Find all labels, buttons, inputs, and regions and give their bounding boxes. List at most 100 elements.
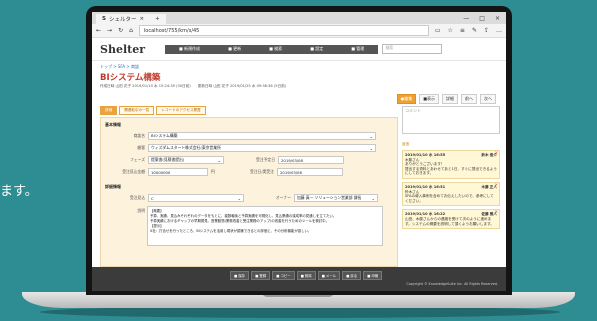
rank-select[interactable]: C ⌄	[148, 194, 244, 202]
browser-tab-title: シェルター	[108, 17, 137, 23]
chevron-down-icon: ⌄	[237, 195, 241, 201]
copyright-text: Copyright © KnowledgeSuite Inc. All Righ…	[406, 282, 498, 286]
page-title: BIシステム構築	[100, 73, 161, 83]
comment-body: 鈴木さん SFAの導入事例を含めてお伝えしたいので、参考にしてください。	[405, 189, 494, 203]
tab-access-history[interactable]: レコードのアクセス履歴	[156, 106, 206, 115]
mail-button[interactable]: ■ メール	[317, 271, 341, 280]
comment-item: 2019/01/10 水 16:22 佐藤 雅人 山田、木藤さんからの連絡を受けて…	[402, 209, 500, 230]
next-button[interactable]: 次へ	[480, 94, 496, 104]
owner-value: 加藤 真一 ソリューション営業部 課長	[297, 195, 362, 200]
breadcrumb[interactable]: トップ > SFA > 商談	[92, 61, 506, 70]
description-textarea[interactable]: 【概要】 予算、実績、見込みそれぞれのデータをもとに、複数軸後と予算実績を可視化…	[147, 206, 383, 246]
back-button[interactable]: ■ 戻る	[342, 271, 362, 280]
reading-view-icon[interactable]: ▭	[435, 27, 441, 34]
app-header: Shelter ■ 新規作成 ■ 更新 ■ 検索 ■ 設定 ■ 管理 検索	[92, 38, 506, 61]
footer-buttons: ■ 保存 ■ 登録 ■ コピー ■ 削除 ■ メール ■ 戻る ■ 印刷	[230, 271, 383, 280]
client-value: ウィズダムスタート株式会社(東京営業所	[151, 145, 221, 150]
chevron-down-icon: ⌄	[369, 133, 373, 139]
phase-select[interactable]: 提案書(見積書提出) ⌄	[148, 156, 224, 164]
nav-item-create[interactable]: ■ 新規作成	[165, 45, 214, 54]
amount-unit: 円	[211, 169, 215, 174]
browser-tabbar: S シェルター × + — □ ×	[92, 12, 506, 24]
chevron-down-icon: ⌄	[217, 157, 221, 163]
close-window-icon[interactable]: ×	[495, 15, 500, 22]
main-nav: ■ 新規作成 ■ 更新 ■ 検索 ■ 設定 ■ 管理	[165, 44, 379, 54]
share-icon[interactable]: ⇪	[484, 27, 489, 34]
save-button[interactable]: ■ 保存	[230, 271, 250, 280]
pen-icon[interactable]: ✎	[472, 27, 477, 34]
edit-button[interactable]: ●編集	[396, 94, 417, 104]
close-date-field[interactable]: 2019/03/08	[278, 156, 344, 164]
owner-select[interactable]: 加藤 真一 ソリューション営業部 課長 ⌄	[294, 194, 378, 202]
close-tab-icon[interactable]: ×	[139, 16, 144, 22]
app-search-input[interactable]: 検索	[382, 44, 443, 54]
deal-name-value: BIシステム構築	[151, 133, 178, 138]
section-basic-title: 基本情報	[105, 122, 121, 127]
home-icon[interactable]: ⌂	[129, 27, 133, 34]
background-caption: ます。	[0, 184, 38, 199]
maximize-icon[interactable]: □	[479, 15, 485, 22]
section-detail-title: 詳細情報	[105, 184, 121, 189]
amount-value: 10000000	[151, 169, 171, 175]
comment-item: 2019/01/10 水 16:51 木藤 正人 鈴木さん SFAの導入事例を含め…	[402, 181, 500, 207]
amount-field[interactable]: 10000000	[148, 168, 208, 176]
nav-item-admin[interactable]: ■ 管理	[337, 45, 378, 54]
forecast-field[interactable]: 2019/03/08	[277, 168, 343, 176]
prev-button[interactable]: 前へ	[461, 94, 477, 104]
owner-label: オーナー	[275, 195, 291, 200]
record-meta: 作成日時 山田 花子 2019/01/10 水 15:24:39 (30日前) …	[100, 84, 287, 88]
back-icon[interactable]: ←	[96, 27, 101, 34]
description-label: 説明	[137, 208, 145, 213]
client-field[interactable]: ウィズダムスタート株式会社(東京営業所 ⌄	[148, 144, 376, 152]
comment-input[interactable]: コメント	[402, 106, 500, 134]
nav-item-search[interactable]: ■ 検索	[255, 45, 296, 54]
view-button[interactable]: ■表示	[419, 94, 439, 104]
app-logo[interactable]: Shelter	[100, 43, 145, 56]
address-bar: ← → ↻ ⌂ localhost/755/km/s/45 ▭ ☆ ≡ ✎ ⇪ …	[92, 24, 506, 38]
phase-value: 提案書(見積書提出)	[151, 157, 185, 162]
deal-name-label: 商談名	[133, 133, 145, 138]
print-button[interactable]: ■ 印刷	[363, 271, 383, 280]
amount-label: 受注見込金額	[122, 169, 145, 174]
footer-bar: ■ 保存 ■ 登録 ■ コピー ■ 削除 ■ メール ■ 戻る ■ 印刷 Cop…	[92, 267, 506, 291]
tab-related-deals[interactable]: 関連取引の一覧	[119, 106, 155, 115]
comment-date: 2019/01/10 水 16:51	[405, 184, 446, 189]
more-icon[interactable]: …	[496, 27, 502, 34]
forward-icon[interactable]: →	[107, 27, 112, 34]
delete-comment-icon[interactable]: ×	[495, 210, 498, 215]
forecast-label: 受注日/実受注	[249, 169, 274, 174]
browser-tab[interactable]: S シェルター × +	[96, 14, 166, 24]
copy-button[interactable]: ■ コピー	[272, 271, 295, 280]
rank-value: C	[151, 195, 154, 201]
minimize-icon[interactable]: —	[463, 15, 469, 22]
reload-icon[interactable]: ↻	[118, 27, 123, 34]
comment-date: 2019/01/10 水 16:55	[405, 153, 446, 157]
favicon-icon: S	[102, 16, 106, 22]
url-field[interactable]: localhost/755/km/s/45	[138, 25, 429, 36]
tab-detail[interactable]: 詳細	[100, 106, 118, 115]
close-date-value: 2019/03/08	[281, 157, 303, 163]
detail-form: 基本情報 商談名 BIシステム構築 ⌄ 顧客 ウィズダムスタート株式会社(東京営業…	[100, 117, 398, 267]
nav-item-settings[interactable]: ■ 設定	[296, 45, 337, 54]
new-tab-icon[interactable]: +	[155, 16, 160, 22]
browser-tools: ▭ ☆ ≡ ✎ ⇪ …	[435, 27, 502, 34]
subtabs: 詳細 関連取引の一覧 レコードのアクセス履歴	[100, 106, 398, 115]
favorite-star-icon[interactable]: ☆	[448, 27, 453, 34]
close-date-label: 受注予定日	[256, 157, 275, 162]
comment-body: 山田、木藤さんからの連絡を受けて次のように進めます。システムの概要を説明して頂く…	[405, 216, 494, 226]
detail-button[interactable]: 詳細	[442, 94, 458, 104]
chevron-down-icon: ⌄	[371, 195, 375, 201]
comment-item: 2019/01/10 水 16:55 鈴木 俊介 木藤さん ありがとうございます！…	[402, 150, 500, 179]
deal-name-field[interactable]: BIシステム構築 ⌄	[148, 132, 376, 140]
window-controls: — □ ×	[463, 15, 506, 22]
delete-button[interactable]: ■ 削除	[296, 271, 316, 280]
comment-body: 木藤さん ありがとうございます！ 提出する資料とあわせてあと1日、すぐに提出でき…	[405, 157, 497, 176]
laptop-screen: S シェルター × + — □ × ← → ↻ ⌂ localhost/755/…	[92, 12, 506, 291]
record-actions: ●編集 ■表示 詳細 前へ 次へ	[396, 94, 496, 104]
comment-list-label: 返信	[402, 142, 410, 146]
register-button[interactable]: ■ 登録	[251, 271, 271, 280]
delete-comment-icon[interactable]: ×	[495, 150, 498, 156]
delete-comment-icon[interactable]: ×	[495, 182, 498, 188]
nav-item-update[interactable]: ■ 更新	[214, 45, 255, 54]
favorites-list-icon[interactable]: ≡	[460, 27, 465, 34]
